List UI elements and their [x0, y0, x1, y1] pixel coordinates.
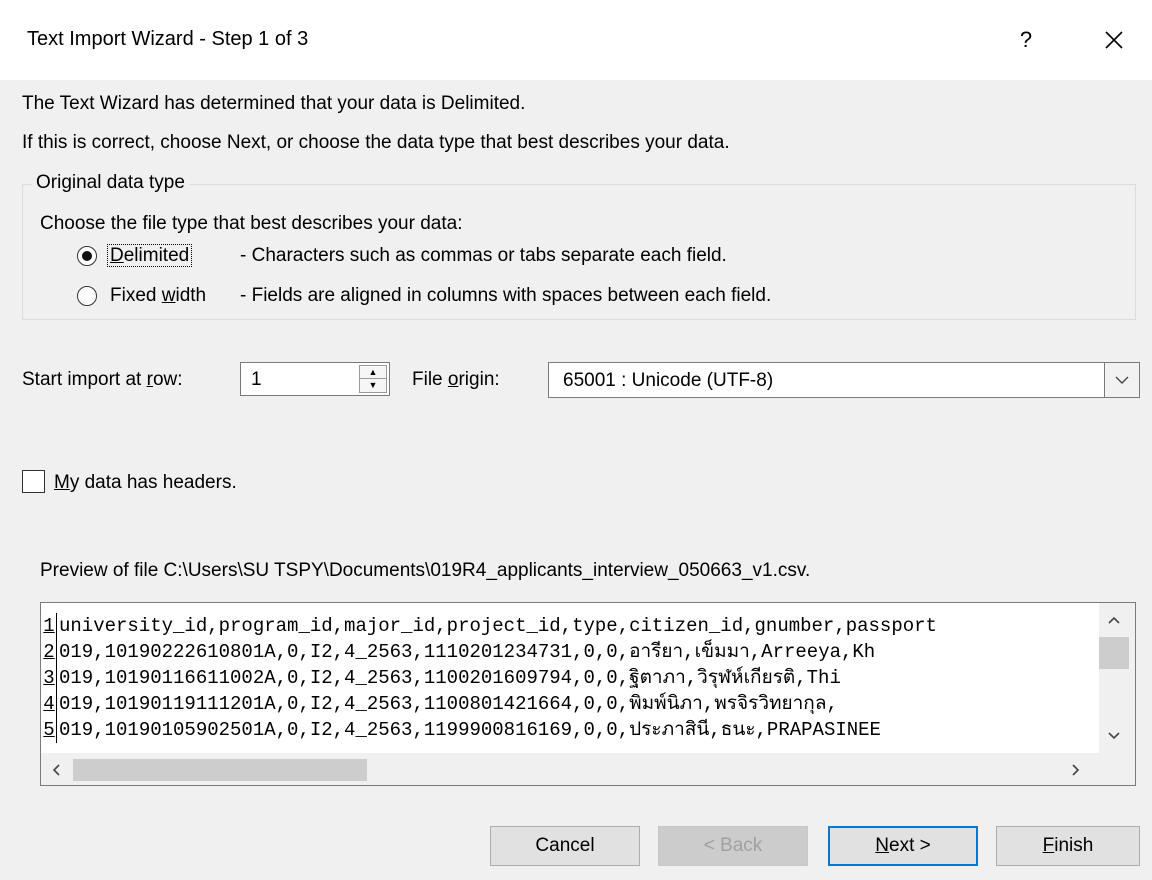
preview-row: 4 019,10190119111201A,0,I2,4_2563,1100801…	[41, 691, 1097, 717]
fixed-width-radio[interactable]	[77, 286, 97, 306]
window-title: Text Import Wizard - Step 1 of 3	[27, 28, 309, 50]
spin-down-button[interactable]: ▼	[360, 379, 386, 392]
triangle-down-icon: ▼	[368, 380, 378, 390]
preview-row-text: 019,10190222610801A,0,I2,4_2563,11102012…	[59, 641, 876, 663]
file-origin-select[interactable]: 65001 : Unicode (UTF-8)	[548, 362, 1140, 398]
file-origin-label-rest: rigin:	[458, 369, 500, 390]
headers-label-rest: y data has headers.	[69, 472, 237, 493]
fixed-width-description: - Fields are aligned in columns with spa…	[240, 285, 772, 306]
preview-row: 3 019,10190116611002A,0,I2,4_2563,1100201…	[41, 665, 1097, 691]
headers-mnemonic: M	[54, 472, 70, 493]
file-origin-mnemonic: o	[447, 369, 459, 390]
chevron-right-icon	[1072, 764, 1080, 776]
preview-row: 1 university_id,program_id,major_id,proje…	[41, 613, 1097, 639]
chevron-down-icon	[1108, 732, 1120, 740]
chevron-up-icon	[1108, 616, 1120, 624]
intro-line-2: If this is correct, choose Next, or choo…	[22, 132, 730, 153]
preview-row-number: 3	[41, 665, 57, 691]
scroll-left-button[interactable]	[43, 757, 69, 783]
start-row-value: 1	[251, 369, 262, 390]
fixed-width-label[interactable]: Fixed width	[110, 285, 206, 307]
start-row-stepper[interactable]: 1 ▲ ▼	[240, 362, 390, 396]
headers-label[interactable]: My data has headers.	[54, 472, 237, 494]
close-icon	[1105, 31, 1123, 49]
finish-mnemonic: F	[1042, 835, 1055, 856]
preview-row-number: 5	[41, 717, 57, 743]
preview-box: 1 university_id,program_id,major_id,proje…	[40, 602, 1136, 786]
delimited-label-rest: elimited	[123, 245, 190, 266]
close-button[interactable]	[1096, 22, 1132, 58]
vertical-scroll-thumb[interactable]	[1099, 637, 1129, 669]
horizontal-scroll-thumb[interactable]	[73, 759, 367, 781]
preview-row-number: 1	[41, 613, 57, 639]
intro-line-1: The Text Wizard has determined that your…	[22, 93, 526, 114]
start-row-label-rest: ow:	[152, 369, 183, 390]
next-mnemonic: N	[875, 835, 889, 856]
fixed-width-mnemonic: w	[161, 285, 176, 306]
file-origin-dropdown-button[interactable]	[1104, 363, 1139, 397]
scrollbar-corner	[1099, 753, 1135, 785]
fixed-width-label-pre: Fixed	[110, 285, 162, 306]
chevron-left-icon	[52, 764, 60, 776]
delimited-focus-box: Delimited	[107, 244, 193, 267]
next-button[interactable]: Next >	[828, 826, 978, 866]
headers-checkbox[interactable]	[22, 470, 45, 493]
preview-row-number: 2	[41, 639, 57, 665]
scroll-right-button[interactable]	[1063, 757, 1089, 783]
delimited-label[interactable]: Delimited	[107, 244, 193, 267]
finish-button[interactable]: Finish	[996, 826, 1140, 866]
cancel-button[interactable]: Cancel	[490, 826, 640, 866]
preview-vertical-scrollbar[interactable]	[1099, 603, 1135, 753]
triangle-up-icon: ▲	[368, 366, 378, 377]
preview-row-text: 019,10190105902501A,0,I2,4_2563,11999008…	[59, 719, 881, 741]
back-button[interactable]: < Back	[658, 826, 808, 866]
file-origin-value: 65001 : Unicode (UTF-8)	[563, 370, 774, 391]
delimited-description: - Characters such as commas or tabs sepa…	[240, 245, 727, 266]
preview-row-text: 019,10190116611002A,0,I2,4_2563,11002016…	[59, 667, 841, 689]
data-type-legend: Original data type	[32, 172, 189, 194]
fixed-width-label-rest: idth	[175, 285, 207, 306]
preview-horizontal-scrollbar[interactable]	[41, 753, 1099, 785]
delimited-radio[interactable]	[77, 246, 97, 266]
preview-row: 5 019,10190105902501A,0,I2,4_2563,1199900…	[41, 717, 1097, 743]
scroll-down-button[interactable]	[1099, 723, 1129, 749]
start-row-label-pre: Start import at	[22, 369, 147, 390]
radio-selected-dot	[82, 251, 92, 261]
next-label-rest: ext >	[889, 835, 931, 856]
spin-up-button[interactable]: ▲	[360, 366, 386, 379]
preview-row-number: 4	[41, 691, 57, 717]
file-origin-label-pre: File	[412, 369, 448, 390]
preview-row-text: university_id,program_id,major_id,projec…	[59, 615, 937, 637]
preview-content: 1 university_id,program_id,major_id,proje…	[41, 603, 1097, 753]
chevron-down-icon	[1115, 376, 1129, 384]
data-type-prompt: Choose the file type that best describes…	[40, 213, 463, 234]
help-button[interactable]: ?	[1014, 22, 1038, 58]
preview-label: Preview of file C:\Users\SU TSPY\Documen…	[40, 560, 811, 581]
delimited-mnemonic: D	[110, 245, 124, 266]
scroll-up-button[interactable]	[1099, 607, 1129, 633]
finish-label-rest: inish	[1054, 835, 1094, 856]
file-origin-label: File origin:	[412, 369, 500, 391]
start-row-spin-buttons: ▲ ▼	[359, 365, 387, 393]
preview-row: 2 019,10190222610801A,0,I2,4_2563,1110201…	[41, 639, 1097, 665]
preview-row-text: 019,10190119111201A,0,I2,4_2563,11008014…	[59, 693, 838, 715]
start-row-label: Start import at row:	[22, 369, 183, 391]
